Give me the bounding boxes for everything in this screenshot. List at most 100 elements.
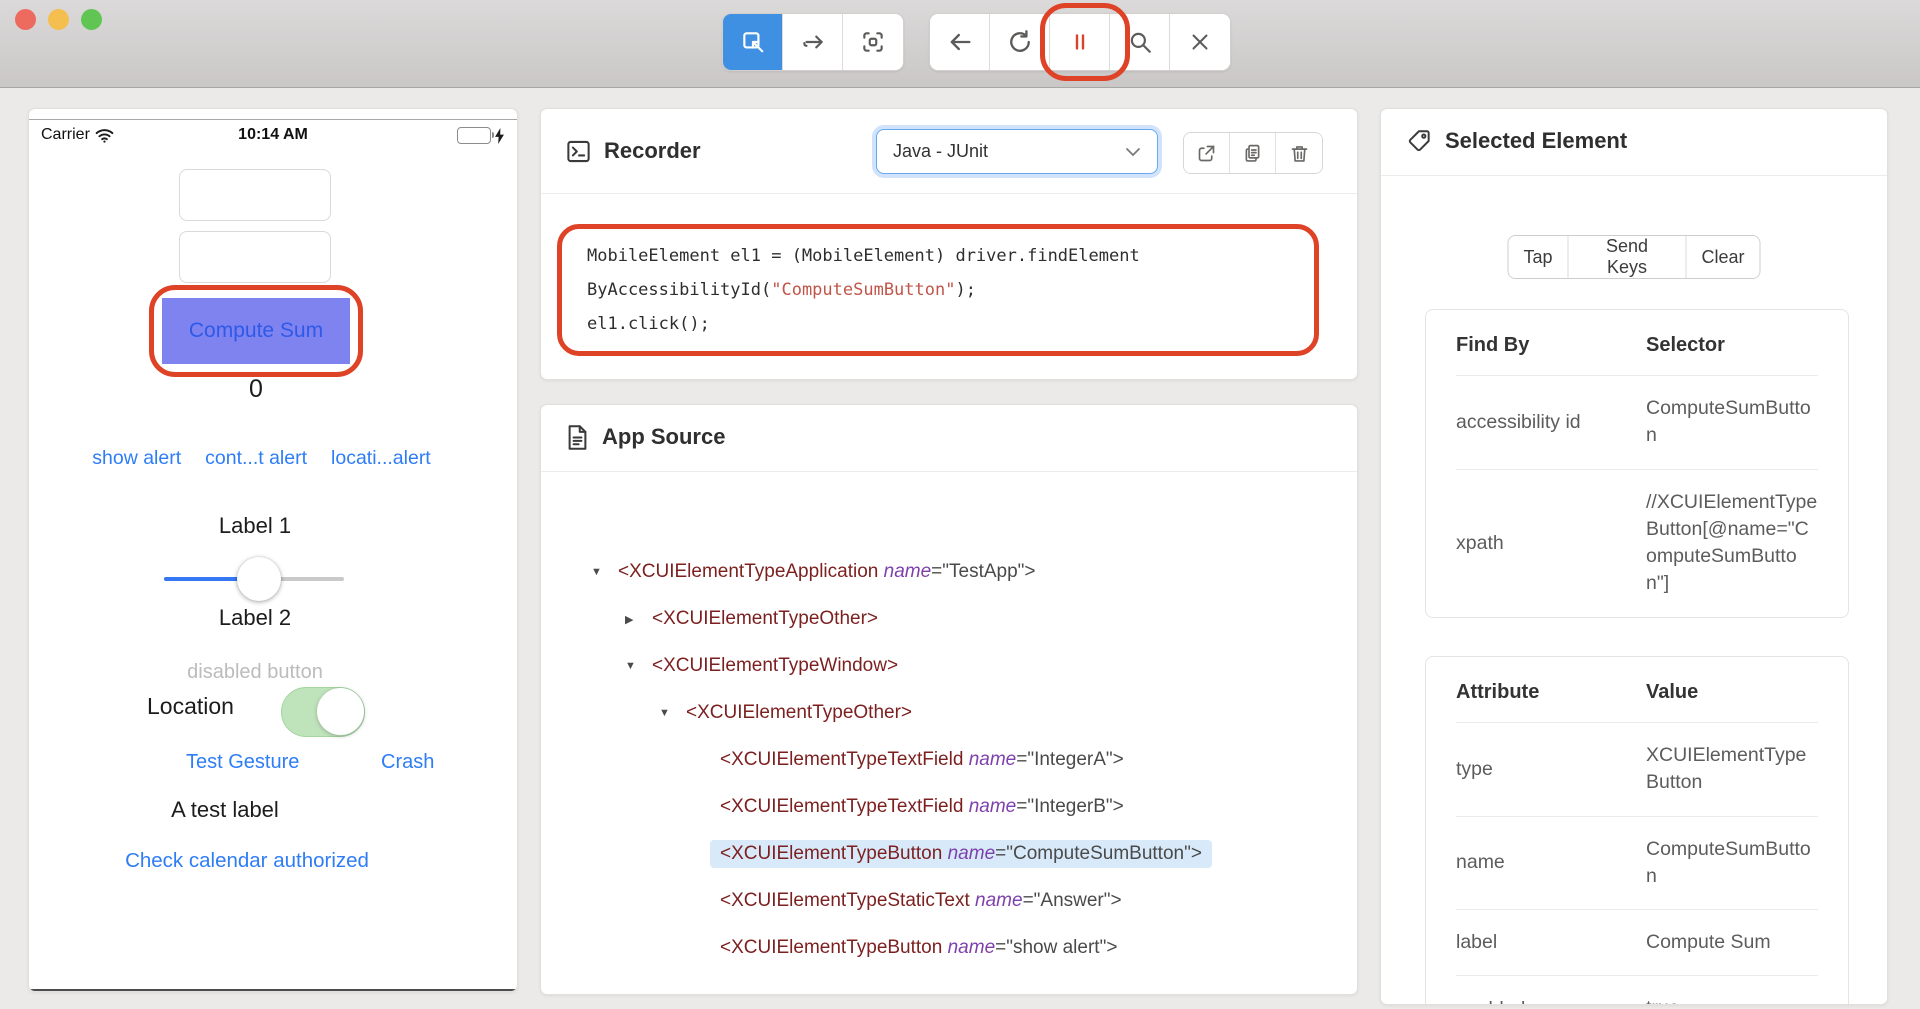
compute-sum-button[interactable]: Compute Sum — [162, 298, 350, 364]
select-cursor-icon — [740, 29, 766, 55]
table-row: labelCompute Sum — [1456, 910, 1818, 976]
source-tree-node[interactable]: <XCUIElementTypeButton name="ComputeSumB… — [541, 839, 1357, 869]
selected-element-header: Selected Element — [1381, 109, 1887, 173]
trash-icon — [1289, 143, 1310, 164]
language-select-value: Java - JUnit — [893, 141, 1125, 162]
location-alert-link[interactable]: locati...alert — [331, 447, 431, 470]
table-row: typeXCUIElementTypeButton — [1456, 723, 1818, 817]
search-button[interactable] — [1110, 14, 1170, 70]
refresh-button[interactable] — [990, 14, 1050, 70]
pause-recording-button[interactable] — [1050, 14, 1110, 70]
code-line: MobileElement el1 = (MobileElement) driv… — [587, 239, 1289, 273]
integer-b-field[interactable] — [179, 231, 331, 283]
tag-icon — [1407, 128, 1433, 154]
back-button[interactable] — [930, 14, 990, 70]
session-actions-group — [929, 13, 1231, 71]
test-label: A test label — [29, 797, 421, 823]
battery-icon — [457, 127, 505, 144]
source-tree: ▼<XCUIElementTypeApplication name="TestA… — [541, 557, 1357, 980]
recorder-panel: Recorder Java - JUnit — [540, 108, 1358, 380]
phone-status-bar: Carrier 10:14 AM — [29, 125, 517, 149]
copy-code-button[interactable] — [1230, 133, 1276, 173]
table-row: enabledtrue — [1456, 976, 1818, 1005]
test-gesture-link[interactable]: Test Gesture — [186, 751, 299, 774]
search-icon — [1127, 29, 1153, 55]
location-toggle[interactable] — [281, 687, 365, 737]
app-source-panel: App Source ▼<XCUIElementTypeApplication … — [540, 404, 1358, 995]
close-window-button[interactable] — [15, 9, 36, 30]
source-tree-node[interactable]: <XCUIElementTypeTextField name="IntegerB… — [541, 792, 1357, 822]
minimize-window-button[interactable] — [48, 9, 69, 30]
terminal-icon — [565, 138, 592, 165]
recorder-divider — [541, 193, 1357, 194]
export-code-button[interactable] — [1184, 133, 1230, 173]
pause-icon — [1068, 30, 1092, 54]
contact-alert-link[interactable]: cont...t alert — [205, 447, 307, 470]
chevron-down-icon — [1125, 147, 1141, 157]
window-titlebar — [0, 0, 1920, 88]
slider-knob[interactable] — [237, 557, 281, 601]
code-line: el1.click(); — [587, 307, 1289, 341]
device-screenshot-panel: Carrier 10:14 AM Compute Sum 0 show aler… — [28, 108, 518, 992]
value-slider[interactable] — [164, 555, 344, 603]
table-header-row: Find BySelector — [1456, 310, 1818, 376]
document-icon — [565, 424, 590, 451]
alert-links-row: show alert cont...t alert locati...alert — [29, 447, 494, 470]
share-icon — [1196, 143, 1217, 164]
disabled-button: disabled button — [29, 661, 481, 684]
answer-label: 0 — [149, 375, 363, 404]
selected-element-panel: Selected Element Tap Send Keys Clear Fin… — [1380, 108, 1888, 1005]
slider-label-1: Label 1 — [29, 513, 481, 539]
refresh-icon — [1006, 28, 1034, 56]
check-calendar-link[interactable]: Check calendar authorized — [29, 849, 465, 873]
table-row: xpath//XCUIElementTypeButton[@name="Comp… — [1456, 470, 1818, 617]
slider-label-2: Label 2 — [29, 605, 481, 631]
clear-recording-button[interactable] — [1276, 133, 1322, 173]
swipe-arrow-icon — [800, 29, 826, 55]
code-block: MobileElement el1 = (MobileElement) driv… — [557, 224, 1319, 356]
element-actions-group: Tap Send Keys Clear — [1508, 235, 1761, 279]
recorder-buttons-group — [1183, 132, 1323, 174]
table-header-row: AttributeValue — [1456, 657, 1818, 723]
app-source-header: App Source — [541, 405, 1357, 469]
code-line: ByAccessibilityId("ComputeSumButton"); — [587, 273, 1289, 307]
show-alert-link[interactable]: show alert — [92, 447, 181, 470]
source-tree-node[interactable]: <XCUIElementTypeButton name="show alert"… — [541, 933, 1357, 963]
clear-element-button[interactable]: Clear — [1686, 236, 1759, 278]
tap-frame-icon — [860, 29, 886, 55]
interaction-mode-group — [722, 13, 904, 71]
select-elements-button[interactable] — [723, 14, 783, 70]
tap-element-button[interactable]: Tap — [1509, 236, 1569, 278]
source-tree-node[interactable]: ▶<XCUIElementTypeOther> — [541, 604, 1357, 634]
table-row: nameComputeSumButton — [1456, 817, 1818, 911]
integer-a-field[interactable] — [179, 169, 331, 221]
close-icon — [1188, 30, 1212, 54]
source-tree-node[interactable]: <XCUIElementTypeStaticText name="Answer"… — [541, 886, 1357, 916]
app-source-title: App Source — [602, 424, 725, 450]
back-arrow-icon — [946, 28, 974, 56]
source-tree-node[interactable]: <XCUIElementTypeTextField name="IntegerA… — [541, 745, 1357, 775]
attributes-table: AttributeValuetypeXCUIElementTypeButtonn… — [1425, 656, 1849, 1005]
screenshot-bottom-border — [29, 989, 517, 991]
source-tree-node[interactable]: ▼<XCUIElementTypeWindow> — [541, 651, 1357, 681]
app-source-divider — [541, 471, 1357, 472]
screenshot-top-border — [29, 119, 517, 120]
location-label: Location — [147, 693, 234, 720]
swipe-by-coordinates-button[interactable] — [783, 14, 843, 70]
quit-session-button[interactable] — [1170, 14, 1230, 70]
language-select[interactable]: Java - JUnit — [876, 129, 1158, 174]
source-tree-node[interactable]: ▼<XCUIElementTypeOther> — [541, 698, 1357, 728]
crash-link[interactable]: Crash — [381, 751, 434, 774]
table-row: accessibility idComputeSumButton — [1456, 376, 1818, 470]
send-keys-button[interactable]: Send Keys — [1569, 236, 1687, 278]
fullscreen-window-button[interactable] — [81, 9, 102, 30]
source-tree-node[interactable]: ▼<XCUIElementTypeApplication name="TestA… — [541, 557, 1357, 587]
copy-document-icon — [1242, 143, 1263, 164]
charging-bolt-icon — [494, 128, 505, 144]
tap-by-coordinates-button[interactable] — [843, 14, 903, 70]
selected-element-divider — [1381, 175, 1887, 176]
recorder-title: Recorder — [604, 138, 701, 164]
selected-element-title: Selected Element — [1445, 128, 1627, 154]
status-time: 10:14 AM — [29, 126, 517, 144]
find-by-table: Find BySelectoraccessibility idComputeSu… — [1425, 309, 1849, 618]
